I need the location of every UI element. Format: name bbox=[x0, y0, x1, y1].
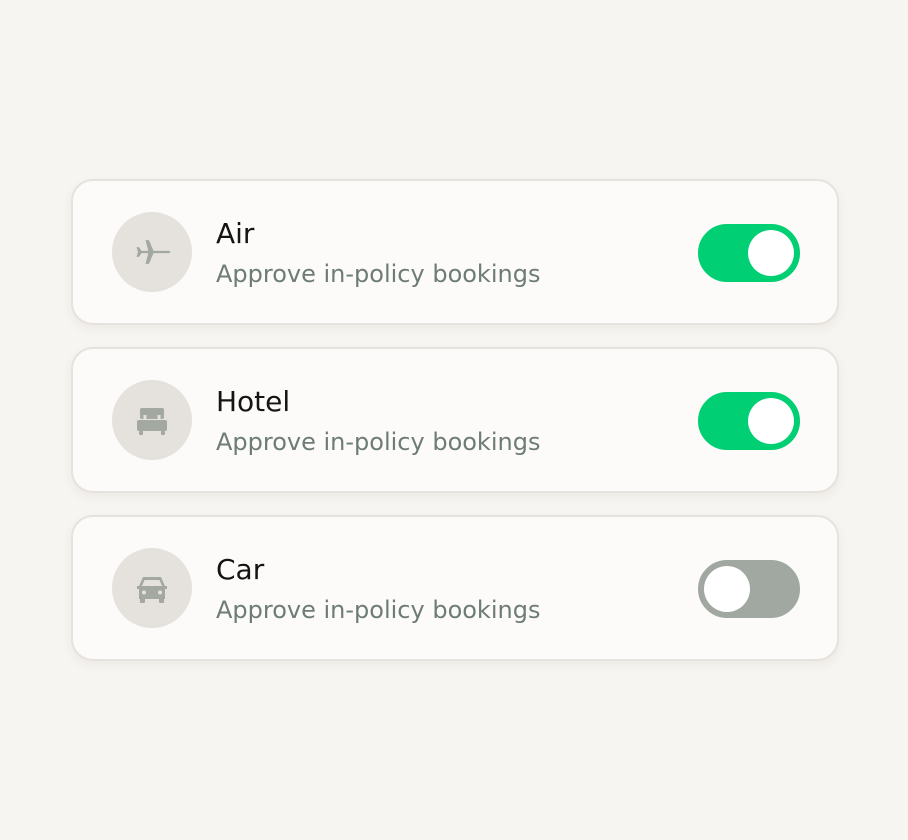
booking-approval-list: Air Approve in-policy bookings Hotel App… bbox=[71, 179, 839, 683]
air-toggle[interactable] bbox=[698, 224, 800, 282]
setting-subtitle: Approve in-policy bookings bbox=[216, 260, 541, 288]
toggle-knob bbox=[748, 398, 794, 444]
setting-title: Hotel bbox=[216, 385, 291, 418]
setting-card-hotel: Hotel Approve in-policy bookings bbox=[71, 347, 839, 493]
setting-subtitle: Approve in-policy bookings bbox=[216, 428, 541, 456]
air-icon-badge bbox=[112, 212, 192, 292]
toggle-knob bbox=[704, 566, 750, 612]
hotel-icon-badge bbox=[112, 380, 192, 460]
toggle-knob bbox=[748, 230, 794, 276]
hotel-toggle[interactable] bbox=[698, 392, 800, 450]
setting-title: Car bbox=[216, 553, 265, 586]
setting-title: Air bbox=[216, 217, 255, 250]
car-toggle[interactable] bbox=[698, 560, 800, 618]
setting-card-car: Car Approve in-policy bookings bbox=[71, 515, 839, 661]
setting-card-air: Air Approve in-policy bookings bbox=[71, 179, 839, 325]
airplane-icon bbox=[136, 240, 171, 264]
bed-icon bbox=[137, 408, 167, 435]
car-icon-badge bbox=[112, 548, 192, 628]
car-icon bbox=[137, 577, 167, 603]
setting-subtitle: Approve in-policy bookings bbox=[216, 596, 541, 624]
